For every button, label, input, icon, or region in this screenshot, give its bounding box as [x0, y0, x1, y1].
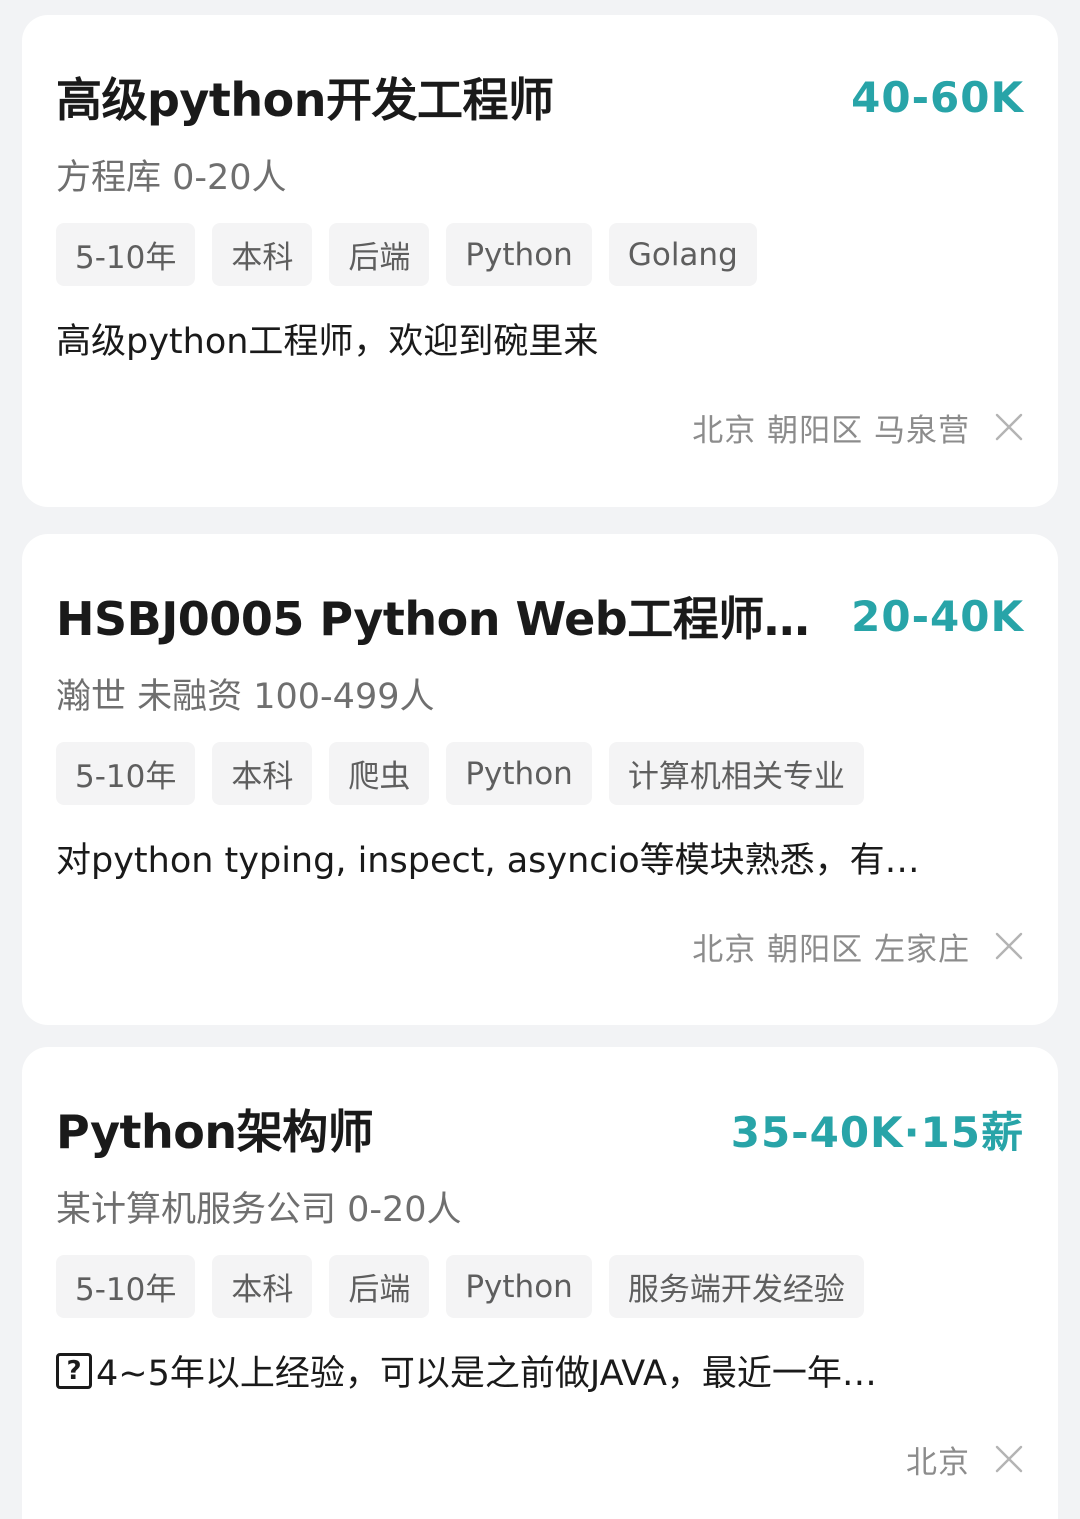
location-row: 北京 朝阳区 马泉营: [692, 405, 1024, 449]
company-info: 某计算机服务公司 0-20人: [56, 1190, 462, 1230]
job-tag: 爬虫: [329, 742, 430, 805]
location-row: 北京: [906, 1437, 1024, 1481]
job-tag: 服务端开发经验: [608, 1255, 864, 1318]
job-header: 高级python开发工程师 40-60K: [56, 65, 1024, 129]
close-icon[interactable]: [994, 931, 1024, 961]
close-icon[interactable]: [994, 412, 1024, 442]
job-tag: 5-10年: [56, 223, 196, 286]
job-header: HSBJ0005 Python Web工程师… 20-40K: [56, 584, 1024, 648]
job-tag: 本科: [212, 1255, 313, 1318]
job-tag: Python: [446, 742, 592, 805]
job-description-text: 高级python工程师，欢迎到碗里来: [56, 322, 599, 362]
job-card[interactable]: Python架构师 35-40K·15薪 某计算机服务公司 0-20人 5-10…: [22, 1047, 1058, 1519]
job-description: 高级python工程师，欢迎到碗里来: [56, 313, 976, 364]
job-tag: 本科: [212, 742, 313, 805]
job-description: ? 4~5年以上经验，可以是之前做JAVA，最近一年…: [56, 1345, 976, 1396]
job-tags: 5-10年 本科 后端 Python Golang: [56, 223, 757, 286]
job-title: 高级python开发工程师: [56, 73, 554, 127]
job-card[interactable]: HSBJ0005 Python Web工程师… 20-40K 瀚世 未融资 10…: [22, 534, 1058, 1025]
job-salary: 20-40K: [851, 591, 1024, 641]
job-location: 北京 朝阳区 马泉营: [692, 412, 970, 449]
job-description: 对python typing, inspect, asyncio等模块熟悉，有…: [56, 832, 976, 883]
job-tags: 5-10年 本科 后端 Python 服务端开发经验: [56, 1255, 864, 1318]
job-salary: 40-60K: [851, 72, 1024, 122]
job-tag: Golang: [608, 223, 757, 286]
job-tag: 本科: [212, 223, 313, 286]
job-tag: Python: [446, 1255, 592, 1318]
job-location: 北京: [906, 1444, 970, 1481]
close-icon[interactable]: [994, 1444, 1024, 1474]
job-tag: 后端: [329, 223, 430, 286]
company-info: 方程库 0-20人: [56, 158, 287, 198]
job-tag: 后端: [329, 1255, 430, 1318]
company-info: 瀚世 未融资 100-499人: [56, 677, 435, 717]
job-location: 北京 朝阳区 左家庄: [692, 931, 970, 968]
job-card[interactable]: 高级python开发工程师 40-60K 方程库 0-20人 5-10年 本科 …: [22, 15, 1058, 507]
job-list: 高级python开发工程师 40-60K 方程库 0-20人 5-10年 本科 …: [0, 0, 1080, 1519]
job-title: HSBJ0005 Python Web工程师…: [56, 592, 810, 646]
location-row: 北京 朝阳区 左家庄: [692, 924, 1024, 968]
job-tag: 计算机相关专业: [608, 742, 864, 805]
job-tag: Python: [446, 223, 592, 286]
job-description-text: 4~5年以上经验，可以是之前做JAVA，最近一年…: [96, 1354, 877, 1394]
job-tag: 5-10年: [56, 742, 196, 805]
job-salary: 35-40K·15薪: [730, 1107, 1024, 1157]
job-tags: 5-10年 本科 爬虫 Python 计算机相关专业: [56, 742, 864, 805]
job-title: Python架构师: [56, 1105, 374, 1159]
question-box-icon: ?: [56, 1352, 92, 1389]
job-tag: 5-10年: [56, 1255, 196, 1318]
job-header: Python架构师 35-40K·15薪: [56, 1097, 1024, 1161]
job-description-text: 对python typing, inspect, asyncio等模块熟悉，有…: [56, 841, 920, 881]
